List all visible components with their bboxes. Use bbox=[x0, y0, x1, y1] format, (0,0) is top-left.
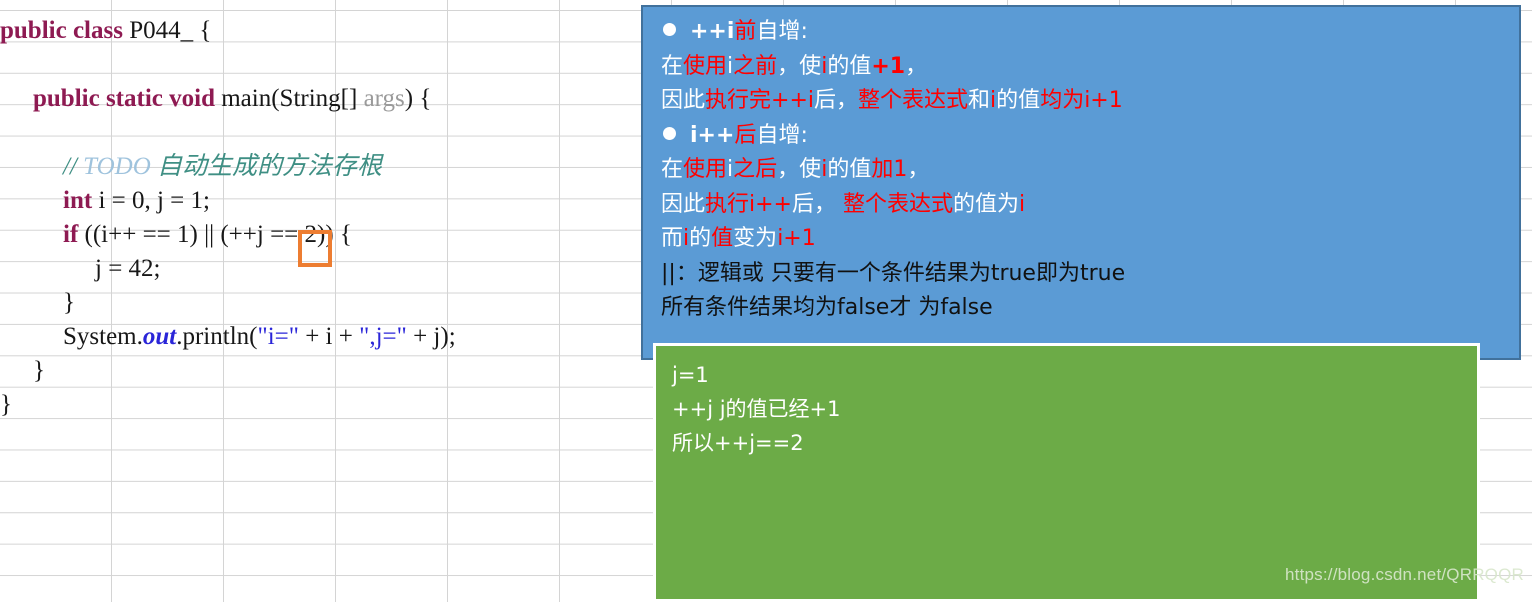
text-segment: 前 bbox=[734, 19, 757, 44]
line-blank-1 bbox=[0, 48, 640, 82]
code-token: } bbox=[33, 357, 45, 384]
text-segment: 整个表达式 bbox=[836, 191, 954, 217]
line-println: System.out.println("i=" + i + ",j=" + j)… bbox=[0, 320, 640, 354]
line-close-class: } bbox=[0, 388, 640, 422]
text-segment: ||：逻辑或 只要有一个条件结果为true即为true bbox=[661, 260, 1126, 286]
blue-explanation-panel: ++i前自增: 在使用i之前，使i的值+1， 因此执行完++i后，整个表达式和i的值… bbox=[641, 5, 1521, 360]
text-segment: 值 bbox=[711, 226, 734, 251]
blue-line-4: i++后自增: bbox=[661, 119, 1519, 154]
text-segment: 后， bbox=[792, 191, 837, 217]
bullet-dot-icon bbox=[663, 126, 676, 140]
green-line-1: j=1 bbox=[672, 363, 709, 387]
code-token: TODO bbox=[83, 153, 151, 180]
text-segment: 所有条件结果均为false才 为false bbox=[661, 295, 993, 320]
text-segment: 执行i++ bbox=[705, 191, 792, 217]
text-segment: +1 bbox=[871, 53, 906, 79]
text-segment: 均为i+1 bbox=[1040, 88, 1123, 113]
code-token: main(String[] bbox=[221, 85, 364, 112]
code-token: + j); bbox=[406, 323, 456, 350]
text-segment: 变为 bbox=[733, 226, 778, 251]
text-segment: 使用 bbox=[683, 157, 728, 182]
code-token: 自动生成的方法存根 bbox=[150, 153, 383, 180]
csdn-watermark: https://blog.csdn.net/QRRQQR bbox=[1285, 565, 1524, 584]
green-line-3: 所以++j==2 bbox=[672, 431, 804, 455]
code-token: j = 42; bbox=[95, 255, 161, 282]
text-segment: ，使 bbox=[777, 157, 822, 182]
text-segment: 的 bbox=[689, 226, 712, 251]
blue-line-1: ++i前自增: bbox=[661, 15, 1519, 50]
text-segment: ，使 bbox=[777, 53, 822, 79]
text-segment: i++ bbox=[690, 122, 735, 148]
line-int-decl: int i = 0, j = 1; bbox=[0, 184, 640, 218]
code-token: public static void bbox=[33, 85, 222, 112]
code-token: "i=" bbox=[257, 323, 299, 350]
text-segment: i+1 bbox=[777, 226, 816, 251]
text-segment: 因此 bbox=[661, 191, 706, 217]
text-segment: 之前 bbox=[733, 53, 778, 79]
blue-line-3: 因此执行完++i后，整个表达式和i的值均为i+1 bbox=[661, 84, 1519, 119]
text-segment: 在 bbox=[661, 53, 684, 79]
code-token: ) { bbox=[404, 85, 432, 112]
text-segment: 自增: bbox=[756, 19, 808, 44]
code-token: } bbox=[0, 391, 12, 418]
code-token: int bbox=[63, 187, 99, 214]
code-token: P044_ { bbox=[129, 17, 212, 44]
text-segment: 的值 bbox=[827, 53, 872, 79]
text-segment: 后 bbox=[734, 122, 757, 148]
line-close-main: } bbox=[0, 354, 640, 388]
text-segment: 在 bbox=[661, 157, 684, 182]
blue-line-7: 而i的值变为i+1 bbox=[661, 222, 1519, 257]
text-segment: 整个表达式 bbox=[858, 88, 969, 113]
text-segment: 加1 bbox=[871, 157, 908, 182]
blue-line-6: 因此执行i++后， 整个表达式的值为i bbox=[661, 188, 1519, 223]
code-token: // bbox=[63, 153, 84, 180]
blue-line-5: 在使用i之后，使i的值加1， bbox=[661, 153, 1519, 188]
screenshot-canvas: public class P044_ { public static void m… bbox=[0, 0, 1532, 602]
text-segment: 使用 bbox=[683, 53, 728, 79]
text-segment: 而 bbox=[661, 226, 684, 251]
text-segment: ， bbox=[907, 157, 930, 182]
text-segment: 后， bbox=[814, 88, 859, 113]
line-todo-comment: // TODO 自动生成的方法存根 bbox=[0, 150, 640, 184]
blue-line-8: ||：逻辑或 只要有一个条件结果为true即为true bbox=[661, 257, 1519, 292]
code-token: .println( bbox=[176, 323, 258, 350]
code-token: ",j=" bbox=[359, 323, 407, 350]
blue-line-2: 在使用i之前，使i的值+1， bbox=[661, 50, 1519, 85]
code-token: public class bbox=[0, 17, 130, 44]
java-code-block: public class P044_ { public static void m… bbox=[0, 14, 640, 422]
blue-line-9: 所有条件结果均为false才 为false bbox=[661, 291, 1519, 326]
code-token: args bbox=[363, 85, 405, 112]
text-segment: 之后 bbox=[733, 157, 778, 182]
code-token: i = 0, j = 1; bbox=[98, 187, 210, 214]
text-segment: 和 bbox=[968, 88, 991, 113]
text-segment: i bbox=[1019, 191, 1026, 217]
text-segment: 自增: bbox=[756, 122, 808, 148]
line-main-decl: public static void main(String[] args) { bbox=[0, 82, 640, 116]
code-token: } bbox=[63, 289, 75, 316]
text-segment: 因此 bbox=[661, 88, 706, 113]
code-token: + i + bbox=[298, 323, 360, 350]
green-line-2: ++j j的值已经+1 bbox=[672, 397, 841, 421]
line-close-if: } bbox=[0, 286, 640, 320]
line-blank-2 bbox=[0, 116, 640, 150]
code-token: System. bbox=[63, 323, 143, 350]
text-segment: 的值 bbox=[827, 157, 872, 182]
bullet-dot-icon bbox=[663, 23, 676, 36]
line-class-decl: public class P044_ { bbox=[0, 14, 640, 48]
plusplus-highlight-box bbox=[298, 230, 332, 267]
text-segment: ， bbox=[905, 53, 928, 79]
green-explanation-panel: j=1 ++j j的值已经+1 所以++j==2 bbox=[653, 343, 1480, 602]
text-segment: 执行完++i bbox=[705, 88, 814, 113]
text-segment: 的值 bbox=[996, 88, 1041, 113]
code-token: out bbox=[142, 323, 177, 350]
code-token: if bbox=[63, 221, 85, 248]
text-segment: ++i bbox=[690, 19, 735, 44]
text-segment: 的值为 bbox=[953, 191, 1020, 217]
